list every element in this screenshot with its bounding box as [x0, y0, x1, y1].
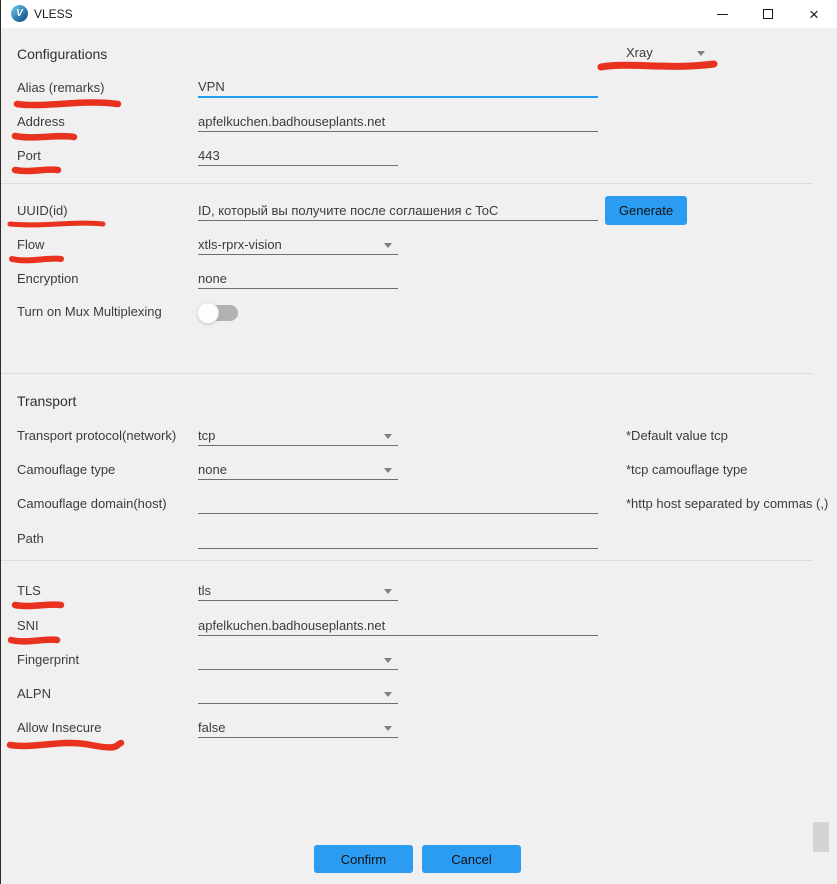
path-label: Path — [17, 531, 44, 546]
minimize-icon — [717, 14, 728, 15]
red-underline-annotation-uuid — [6, 218, 108, 230]
titlebar: V VLESS × — [1, 0, 837, 28]
camouflage-type-select[interactable]: none — [198, 461, 398, 480]
mux-label: Turn on Mux Multiplexing — [17, 304, 162, 319]
encryption-input[interactable]: none — [198, 270, 398, 289]
encryption-label: Encryption — [17, 271, 78, 286]
window-title: VLESS — [34, 7, 73, 21]
uuid-value: ID, который вы получите после соглашения… — [198, 203, 498, 218]
confirm-button[interactable]: Confirm — [314, 845, 413, 873]
camouflage-domain-label: Camouflage domain(host) — [17, 496, 167, 511]
camouflage-type-value: none — [198, 462, 227, 477]
encryption-value: none — [198, 271, 227, 286]
minimize-button[interactable] — [699, 0, 745, 28]
port-label: Port — [17, 148, 41, 163]
red-underline-annotation-address — [11, 130, 79, 143]
flow-value: xtls-rprx-vision — [198, 237, 282, 252]
address-value: apfelkuchen.badhouseplants.net — [198, 114, 385, 129]
camouflage-type-label: Camouflage type — [17, 462, 115, 477]
fingerprint-select[interactable] — [198, 651, 398, 670]
port-input[interactable]: 443 — [198, 147, 398, 166]
chevron-down-icon — [697, 51, 705, 56]
section-divider — [1, 373, 813, 374]
generate-button[interactable]: Generate — [605, 196, 687, 225]
camouflage-type-hint: *tcp camouflage type — [626, 462, 747, 477]
cancel-button[interactable]: Cancel — [422, 845, 521, 873]
network-label: Transport protocol(network) — [17, 428, 176, 443]
chevron-down-icon — [384, 243, 392, 248]
tls-label: TLS — [17, 583, 41, 598]
red-underline-annotation-tls — [11, 599, 66, 612]
fingerprint-label: Fingerprint — [17, 652, 79, 667]
scrollbar-thumb[interactable] — [813, 822, 829, 852]
camouflage-domain-input[interactable] — [198, 495, 598, 514]
sni-value: apfelkuchen.badhouseplants.net — [198, 618, 385, 633]
app-icon: V — [11, 5, 28, 22]
red-underline-annotation-port — [11, 164, 63, 177]
core-type-select[interactable]: Xray — [626, 44, 711, 63]
close-button[interactable]: × — [791, 0, 837, 28]
sni-label: SNI — [17, 618, 39, 633]
chevron-down-icon — [384, 468, 392, 473]
mux-toggle[interactable] — [200, 305, 238, 321]
address-input[interactable]: apfelkuchen.badhouseplants.net — [198, 113, 598, 132]
alpn-select[interactable] — [198, 685, 398, 704]
configurations-heading: Configurations — [17, 46, 107, 62]
camouflage-domain-hint: *http host separated by commas (,) — [626, 496, 828, 511]
uuid-label: UUID(id) — [17, 203, 68, 218]
transport-heading: Transport — [17, 393, 76, 409]
maximize-button[interactable] — [745, 0, 791, 28]
alias-label: Alias (remarks) — [17, 80, 104, 95]
allow-insecure-select[interactable]: false — [198, 719, 398, 738]
vless-config-window: V VLESS × Configurations Xray Alias (rem… — [0, 0, 837, 884]
window-controls: × — [699, 0, 837, 28]
alpn-label: ALPN — [17, 686, 51, 701]
close-icon: × — [809, 6, 819, 23]
tls-select[interactable]: tls — [198, 582, 398, 601]
toggle-thumb-icon — [197, 302, 219, 324]
address-label: Address — [17, 114, 65, 129]
path-input[interactable] — [198, 530, 598, 549]
uuid-input[interactable]: ID, который вы получите после соглашения… — [198, 202, 598, 221]
flow-label: Flow — [17, 237, 44, 252]
red-underline-annotation-flow — [8, 253, 66, 266]
flow-select[interactable]: xtls-rprx-vision — [198, 236, 398, 255]
allow-insecure-label: Allow Insecure — [17, 720, 102, 735]
network-select[interactable]: tcp — [198, 427, 398, 446]
sni-input[interactable]: apfelkuchen.badhouseplants.net — [198, 617, 598, 636]
maximize-icon — [763, 9, 773, 19]
alias-input[interactable]: VPN — [198, 78, 598, 98]
tls-value: tls — [198, 583, 211, 598]
network-value: tcp — [198, 428, 215, 443]
red-underline-annotation-allow-insecure — [6, 736, 126, 752]
core-type-value: Xray — [626, 45, 653, 60]
alias-value: VPN — [198, 79, 225, 94]
red-underline-annotation-sni — [7, 634, 62, 647]
red-underline-annotation-alias — [13, 96, 123, 111]
chevron-down-icon — [384, 692, 392, 697]
section-divider — [1, 183, 813, 184]
chevron-down-icon — [384, 726, 392, 731]
network-hint: *Default value tcp — [626, 428, 728, 443]
chevron-down-icon — [384, 434, 392, 439]
port-value: 443 — [198, 148, 220, 163]
allow-insecure-value: false — [198, 720, 225, 735]
chevron-down-icon — [384, 658, 392, 663]
section-divider — [1, 560, 813, 561]
chevron-down-icon — [384, 589, 392, 594]
